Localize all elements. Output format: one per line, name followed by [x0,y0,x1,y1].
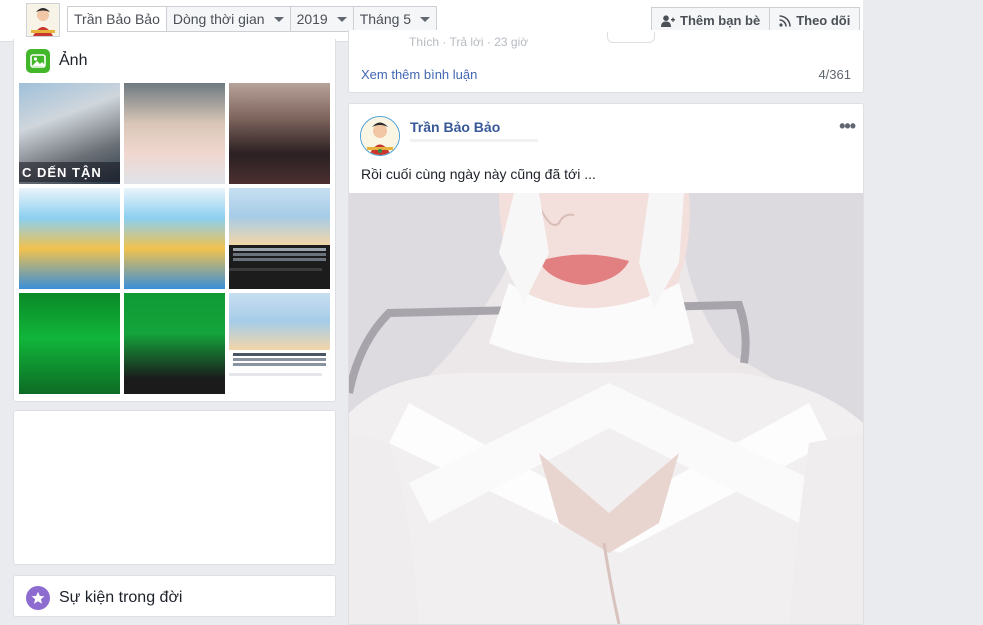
video-thumbnail-preview [229,293,330,350]
right-gutter [863,0,983,603]
breadcrumb-year-label: 2019 [296,11,328,27]
sidebar-blank-card [13,410,336,565]
video-thumbnail-preview [229,188,330,245]
timeline-post: Trần Bảo Bảo ••• Rồi cuối cùng ngày này … [348,103,864,625]
photos-icon [26,49,50,73]
photo-overlay-text: C DẾN TẬN [22,165,102,180]
add-friend-icon [661,15,675,27]
life-events-section: Sự kiện trong đời [13,575,336,617]
comment-count: 4/361 [818,67,851,82]
rss-follow-icon [779,15,791,27]
breadcrumb-month-dropdown[interactable]: Tháng 5 [352,6,438,32]
life-events-title: Sự kiện trong đời [59,589,183,606]
photos-header[interactable]: Ảnh [26,49,87,73]
photo-thumbnail[interactable]: C DẾN TẬN [19,83,120,184]
post-text: Rồi cuối cùng ngày này cũng đã tới ... [361,166,596,182]
breadcrumb-year-dropdown[interactable]: 2019 [289,6,354,32]
photo-thumbnail[interactable] [229,188,330,289]
post-timestamp-placeholder [410,139,538,142]
photo-thumbnail[interactable] [19,188,120,289]
post-photo[interactable] [349,193,863,624]
photo-thumbnail[interactable] [229,83,330,184]
timeline-breadcrumb: Trần Bảo Bảo Dòng thời gian 2019 Tháng 5 [67,6,438,32]
video-caption-lines [233,248,326,251]
photo-thumbnail[interactable] [124,83,225,184]
life-events-header[interactable]: Sự kiện trong đời [26,586,182,610]
photos-section: Ảnh C DẾN TẬN [13,39,336,402]
breadcrumb-profile-name[interactable]: Trần Bảo Bảo [67,6,167,32]
photo-thumbnail[interactable] [19,293,120,394]
photo-thumbnail[interactable] [229,293,330,394]
avatar-illustration-icon [27,4,59,36]
comments-footer: Thích · Trả lời · 23 giờ Xem thêm bình l… [348,30,864,93]
breadcrumb-profile-name-label: Trần Bảo Bảo [74,11,160,27]
reaction-pill [607,32,655,43]
see-more-comments-link[interactable]: Xem thêm bình luận [361,67,477,82]
profile-avatar[interactable] [26,3,60,37]
post-options-icon[interactable]: ••• [839,116,856,137]
post-photo-illustration [349,193,863,624]
comment-actions-faded: Thích · Trả lời · 23 giờ [409,35,529,49]
chevron-down-icon [273,16,284,22]
photo-thumbnail[interactable] [124,188,225,289]
video-caption-lines [233,353,326,356]
photo-thumbnail[interactable] [124,293,225,394]
post-author-avatar[interactable] [360,116,400,156]
chevron-down-icon [420,16,431,22]
avatar-illustration-icon [361,117,399,155]
star-icon [26,586,50,610]
breadcrumb-month-label: Tháng 5 [359,11,412,27]
post-author-name[interactable]: Trần Bảo Bảo [410,119,500,135]
chevron-down-icon [336,16,347,22]
photo-grid: C DẾN TẬN [19,83,331,394]
breadcrumb-timeline-label: Dòng thời gian [172,11,265,27]
photos-title: Ảnh [59,52,88,69]
breadcrumb-timeline-dropdown[interactable]: Dòng thời gian [165,6,291,32]
